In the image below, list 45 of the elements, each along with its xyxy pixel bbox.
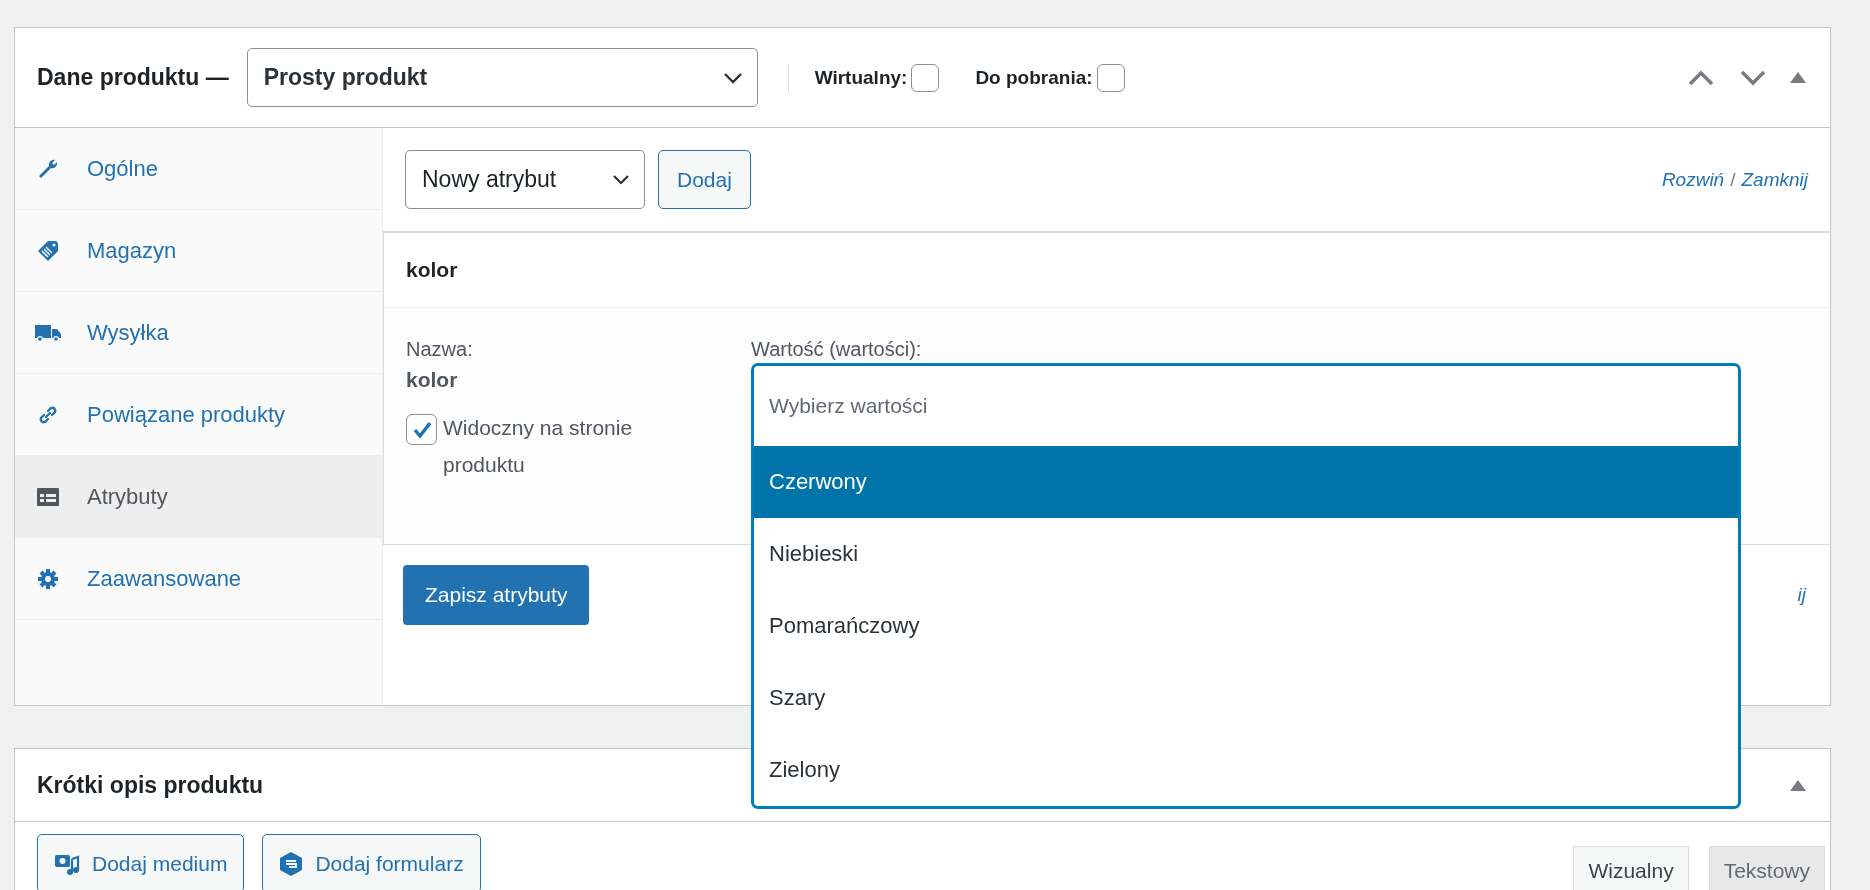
dropdown-option[interactable]: Niebieski: [754, 518, 1738, 590]
save-attributes-button[interactable]: Zapisz atrybuty: [403, 565, 590, 625]
dropdown-option[interactable]: Czerwony: [754, 446, 1738, 518]
panel-title: Dane produktu —: [37, 64, 229, 91]
dropdown-option[interactable]: Pomarańczowy: [754, 590, 1738, 662]
editor-tab[interactable]: Wizualny: [1573, 846, 1689, 890]
expand-link[interactable]: Rozwiń: [1661, 168, 1725, 191]
editor-tab[interactable]: Tekstowy: [1708, 846, 1825, 890]
form-icon: [279, 850, 304, 877]
dropdown-option[interactable]: Zielony: [754, 734, 1738, 806]
name-label: Nazwa:: [406, 337, 474, 362]
chevron-down-icon: [612, 174, 630, 185]
checkbox-label: Do pobrania:: [975, 66, 1093, 89]
add-media-button[interactable]: Dodaj medium: [37, 834, 245, 890]
sidebar-tab[interactable]: Zaawansowane: [15, 538, 382, 620]
checkbox[interactable]: [911, 63, 940, 92]
checkbox[interactable]: [406, 414, 437, 445]
attribute-title[interactable]: kolor: [406, 258, 458, 282]
chevron-up-icon[interactable]: [1688, 69, 1714, 86]
gear-icon: [35, 567, 61, 590]
chevron-down-icon[interactable]: [1740, 69, 1766, 86]
link-separator: /: [1730, 168, 1736, 191]
collapse-link[interactable]: Zamknij: [1741, 168, 1808, 191]
checkbox[interactable]: [1096, 63, 1125, 92]
list-icon: [35, 486, 61, 507]
sidebar-tab[interactable]: Ogólne: [15, 128, 382, 210]
product-type-select[interactable]: Prosty produkt: [246, 48, 758, 107]
attribute-select[interactable]: Nowy atrybut: [405, 150, 645, 209]
checkbox-label: Widoczny na stronie produktu: [443, 415, 634, 478]
dropdown-option[interactable]: Szary: [754, 662, 1738, 734]
link-fragment[interactable]: ij: [1797, 584, 1806, 606]
truck-icon: [35, 322, 61, 343]
sidebar-tab[interactable]: Wysyłka: [15, 292, 382, 374]
sidebar-tab[interactable]: Magazyn: [15, 210, 382, 292]
add-button[interactable]: Dodaj: [658, 150, 751, 209]
add-form-button[interactable]: Dodaj formularz: [262, 834, 481, 890]
checkbox-label: Wirtualny:: [814, 66, 908, 89]
collapse-triangle-icon[interactable]: [1790, 72, 1806, 83]
chevron-down-icon: [722, 71, 743, 84]
collapse-triangle-icon[interactable]: [1790, 779, 1806, 791]
panel-title: Krótki opis produktu: [37, 771, 264, 799]
search-field[interactable]: Wybierz wartości: [754, 366, 1738, 446]
sidebar-tab[interactable]: Atrybuty: [15, 456, 382, 538]
name-value: kolor: [406, 368, 459, 392]
values-label: Wartość (wartości):: [751, 338, 922, 360]
